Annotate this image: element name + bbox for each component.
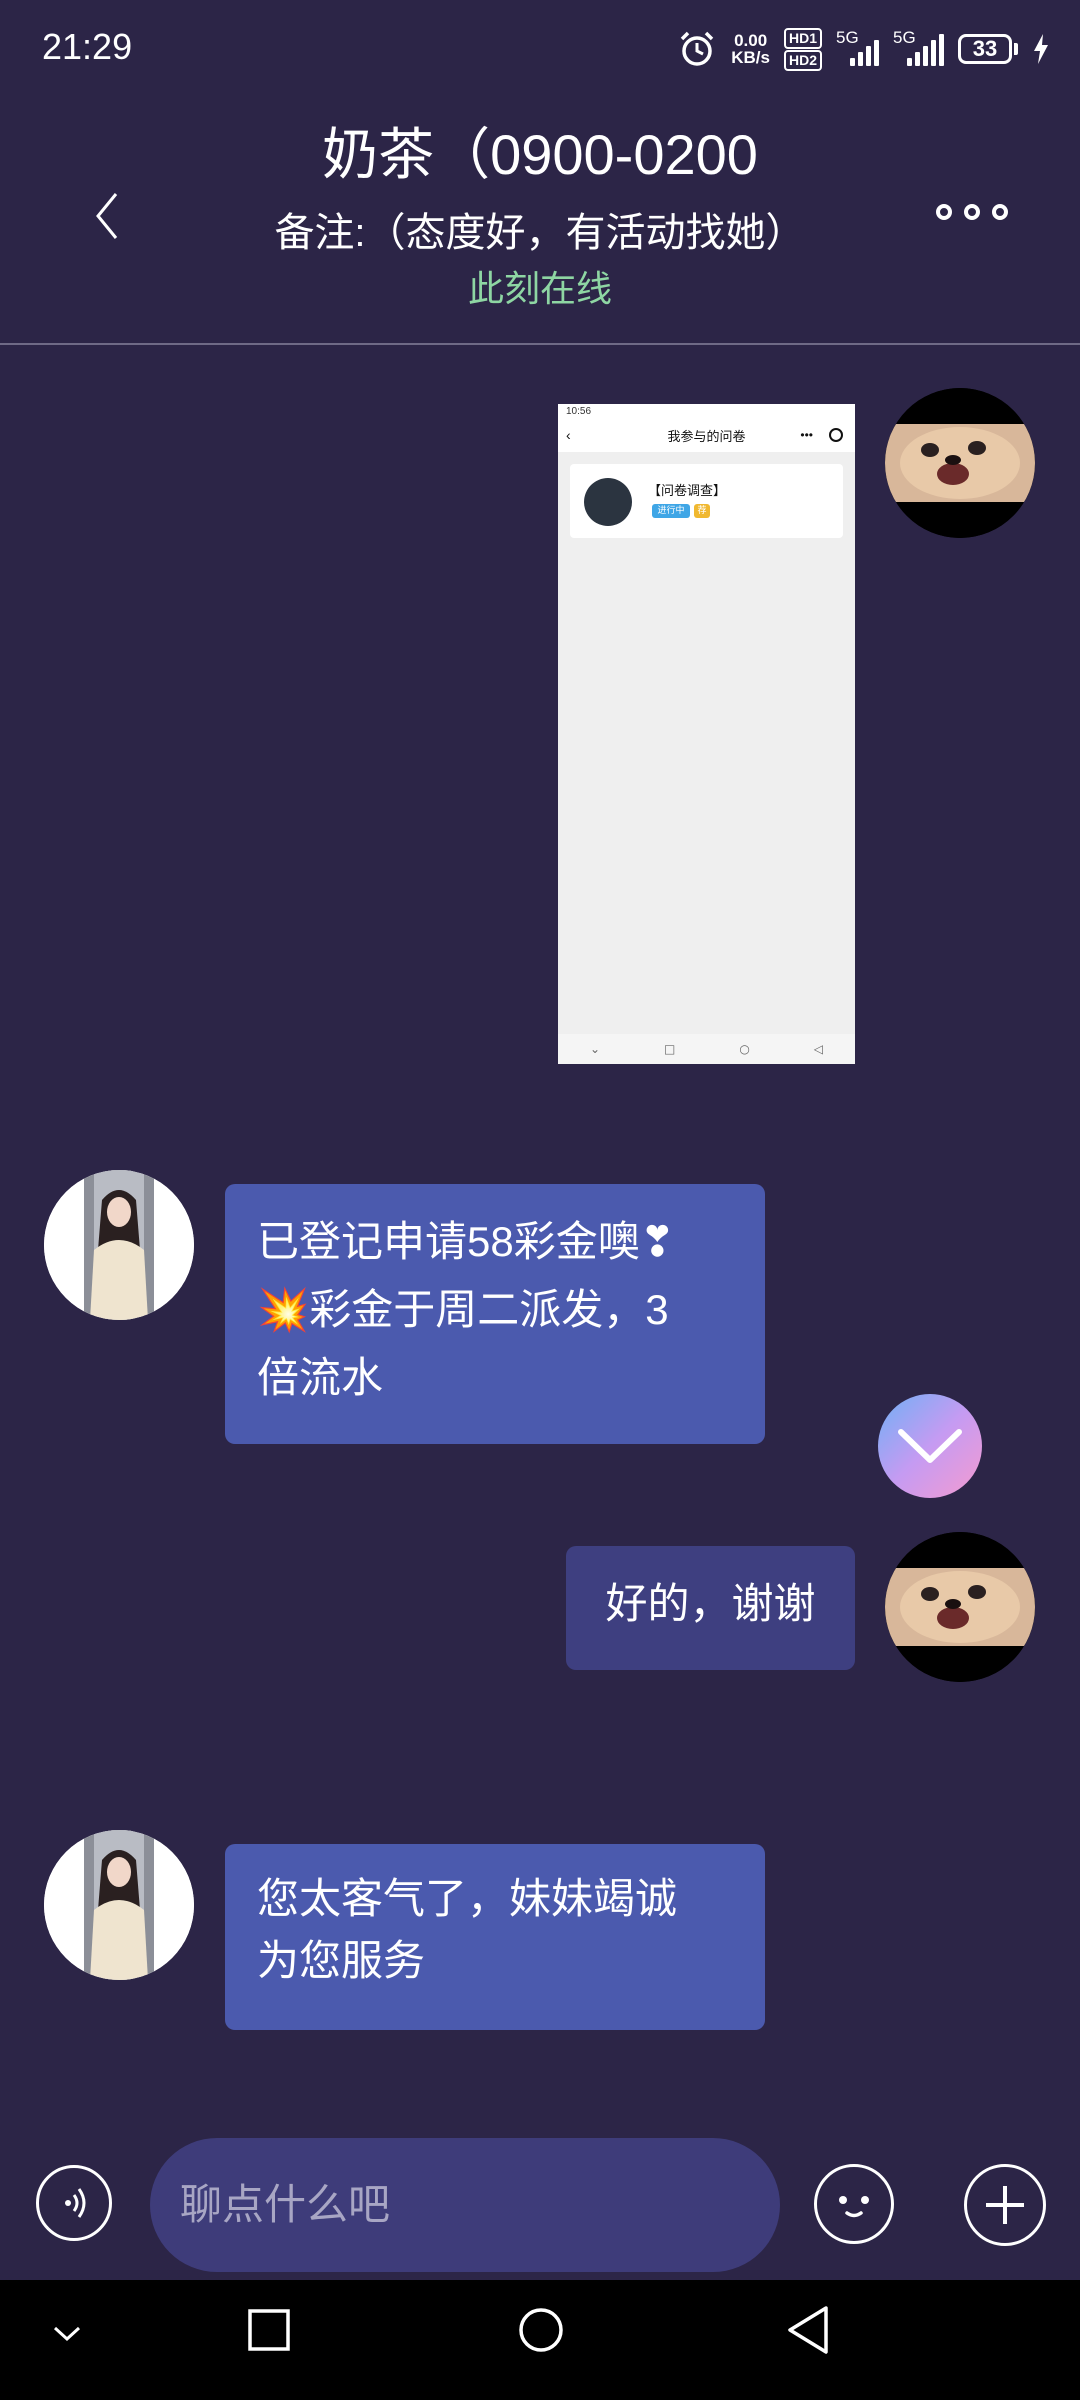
message-text-line: 您太客气了，妹妹竭诚 — [257, 1875, 678, 1922]
status-icons: 0.00 KB/s HD1 HD2 5G 5G 33 — [677, 24, 1050, 74]
scroll-down-chevron-icon — [898, 1429, 962, 1463]
shared-screenshot-image[interactable]: 10:56 ‹ 我参与的问卷 ••• 【问卷调查】 进行中 荐 ⌄ □ ○ ◁ — [558, 404, 855, 1064]
contact-name: 奶茶（0900-0200 — [322, 123, 758, 186]
shot-survey-card: 【问卷调查】 进行中 荐 — [570, 464, 843, 538]
system-navigation-bar — [0, 2280, 1080, 2400]
shot-status-bar: 10:56 — [558, 404, 855, 418]
message-text-line: 倍流水 — [257, 1354, 384, 1401]
more-actions-button[interactable] — [964, 2164, 1046, 2246]
contact-avatar[interactable] — [44, 1830, 194, 1980]
net-speed-unit: KB/s — [731, 48, 770, 67]
my-avatar[interactable] — [885, 388, 1035, 538]
net-speed: 0.00 KB/s — [731, 32, 770, 66]
signal-strength-1: 5G — [836, 28, 879, 66]
more-dots-icon — [936, 204, 952, 220]
charging-bolt-icon — [1034, 34, 1048, 64]
status-bar: 21:29 0.00 KB/s HD1 HD2 5G 5G 33 — [0, 0, 1080, 100]
hd-badge: HD1 HD2 — [783, 27, 822, 71]
shot-nav-title: 我参与的问卷 — [667, 428, 746, 444]
shot-card-tag-extra: 荐 — [694, 504, 710, 518]
signal-1-label: 5G — [836, 28, 859, 47]
signal-2-label: 5G — [893, 28, 916, 47]
status-time: 21:29 — [42, 26, 133, 67]
shot-card-tag-status: 进行中 — [652, 504, 690, 518]
contact-avatar[interactable] — [44, 1170, 194, 1320]
message-text-line: 为您服务 — [257, 1937, 426, 1984]
my-avatar[interactable] — [885, 1532, 1035, 1682]
battery-level: 33 — [958, 34, 1012, 64]
shot-status-time: 10:56 — [566, 405, 592, 417]
message-input[interactable] — [150, 2138, 780, 2272]
nav-down-icon[interactable] — [52, 2324, 82, 2344]
emoji-icon — [839, 2196, 869, 2218]
chat-header: 奶茶（0900-0200 备注:（态度好，有活动找她） 此刻在线 — [0, 100, 1080, 345]
shot-bottom-nav: ⌄ □ ○ ◁ — [558, 1034, 855, 1064]
emoji-button[interactable] — [814, 2164, 894, 2244]
shot-nav-bar: ‹ 我参与的问卷 ••• — [558, 418, 855, 452]
shot-card-title: 【问卷调查】 — [648, 483, 727, 498]
voice-icon — [65, 2188, 86, 2218]
message-text-line: 已登记申请58彩金噢❣ — [257, 1218, 675, 1265]
battery: 33 — [958, 34, 1018, 64]
message-bubble-incoming[interactable]: 您太客气了，妹妹竭诚 为您服务 — [225, 1844, 765, 2030]
message-text: 好的，谢谢 — [605, 1580, 816, 1627]
shot-card-avatar — [584, 478, 632, 526]
signal-strength-2: 5G — [893, 28, 944, 66]
message-bubble-incoming[interactable]: 已登记申请58彩金噢❣ 💥彩金于周二派发，3 倍流水 — [225, 1184, 765, 1444]
nav-square-icon[interactable] — [247, 2308, 291, 2352]
message-text-line: 💥彩金于周二派发，3 — [257, 1286, 669, 1333]
message-bubble-outgoing[interactable]: 好的，谢谢 — [566, 1546, 855, 1670]
net-speed-value: 0.00 — [734, 31, 768, 50]
hd1-label: HD1 — [783, 27, 822, 49]
nav-back-icon[interactable] — [786, 2304, 830, 2356]
online-status: 此刻在线 — [467, 268, 612, 309]
alarm-icon — [681, 31, 714, 66]
hd2-label: HD2 — [783, 49, 822, 71]
contact-note: 备注:（态度好，有活动找她） — [274, 211, 806, 255]
plus-icon — [986, 2186, 1024, 2224]
more-options-button[interactable] — [936, 204, 1008, 220]
scroll-to-bottom-button[interactable] — [878, 1394, 982, 1498]
voice-button[interactable] — [36, 2165, 112, 2241]
nav-circle-icon[interactable] — [517, 2306, 565, 2354]
